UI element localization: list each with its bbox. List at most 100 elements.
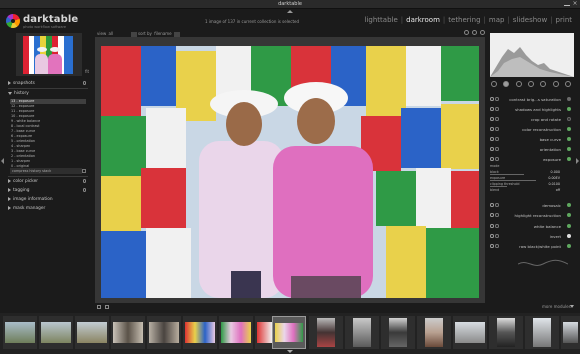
collapse-top-panel-arrow[interactable] (287, 10, 293, 13)
history-style-icon[interactable] (82, 169, 86, 173)
close-button[interactable]: × (572, 1, 578, 7)
active-modules-icon[interactable] (491, 81, 498, 87)
view-tethering[interactable]: tethering (446, 16, 482, 24)
main-photo[interactable] (101, 46, 479, 298)
filmstrip-thumb[interactable] (489, 316, 523, 349)
power-icon[interactable] (490, 224, 494, 228)
filmstrip-thumb[interactable] (309, 316, 343, 349)
power-icon[interactable] (490, 127, 494, 131)
black-slider[interactable]: black 0.000 (490, 170, 574, 175)
mode-row[interactable]: mode (490, 164, 574, 169)
module-base-curve[interactable]: base curve (488, 135, 574, 143)
filmstrip-thumb[interactable] (345, 316, 379, 349)
color-picker-section[interactable]: color picker (8, 177, 88, 185)
presets-icon[interactable] (495, 213, 499, 217)
filmstrip-thumb[interactable] (561, 316, 580, 349)
module-orientation[interactable]: orientation (488, 145, 574, 153)
module-exposure[interactable]: exposure (488, 155, 574, 163)
reset-icon[interactable] (82, 179, 86, 183)
filmstrip-thumb[interactable] (453, 316, 487, 349)
view-map[interactable]: map (487, 16, 507, 24)
history-section[interactable]: history (8, 89, 88, 97)
star-icon[interactable] (464, 30, 469, 35)
image-information-section[interactable]: image information (8, 195, 88, 203)
power-icon[interactable] (490, 97, 494, 101)
filmstrip-thumb[interactable] (219, 316, 253, 349)
more-modules-button[interactable]: more modules (542, 304, 571, 309)
color-label-icon[interactable] (472, 30, 477, 35)
power-icon[interactable] (490, 107, 494, 111)
presets-icon[interactable] (495, 234, 499, 238)
mask-manager-section[interactable]: mask manager (8, 204, 88, 212)
filmstrip-thumb[interactable] (39, 316, 73, 349)
basic-group-icon[interactable] (515, 81, 522, 87)
presets-icon[interactable] (495, 203, 499, 207)
module-shadows-highlights[interactable]: shadows and highlights (488, 105, 574, 113)
view-filter-select[interactable]: all (108, 31, 115, 36)
presets-icon[interactable] (495, 157, 499, 161)
module-white-balance[interactable]: white balance (488, 222, 574, 230)
module-color-reconstruction[interactable]: color reconstruction (488, 125, 574, 133)
tagging-section[interactable]: tagging (8, 186, 88, 194)
exposure-slider[interactable]: exposure 0.00EV (490, 176, 574, 181)
reset-icon[interactable] (82, 81, 86, 85)
presets-icon[interactable] (495, 107, 499, 111)
sort-select[interactable]: filename (153, 31, 172, 36)
grid-icon[interactable] (97, 305, 101, 309)
view-slideshow[interactable]: slideshow (511, 16, 549, 24)
power-icon[interactable] (490, 147, 494, 151)
presets-icon[interactable] (495, 127, 499, 131)
presets-icon[interactable] (495, 97, 499, 101)
module-raw-black-white-point[interactable]: raw black/white point (488, 242, 574, 250)
collapse-left-panel-arrow[interactable] (1, 158, 4, 164)
filmstrip-thumb[interactable] (381, 316, 415, 349)
power-icon[interactable] (490, 117, 494, 121)
sort-order-icon[interactable] (130, 31, 137, 37)
presets-icon[interactable] (495, 117, 499, 121)
view-darkroom[interactable]: darkroom (404, 16, 442, 24)
module-demosaic[interactable]: demosaic (488, 201, 574, 209)
filmstrip-thumb[interactable] (525, 316, 559, 349)
filmstrip-thumb[interactable] (147, 316, 181, 349)
histogram[interactable] (490, 33, 574, 77)
view-lighttable[interactable]: lighttable (363, 16, 400, 24)
correct-group-icon[interactable] (552, 81, 559, 87)
tone-group-icon[interactable] (527, 81, 534, 87)
view-print[interactable]: print (554, 16, 574, 24)
filmstrip-thumb[interactable] (3, 316, 37, 349)
power-icon[interactable] (490, 213, 494, 217)
compress-history-button[interactable]: compress history stack (10, 168, 82, 174)
module-invert[interactable]: invert (488, 232, 574, 240)
filmstrip-thumb-selected[interactable] (272, 316, 306, 349)
collapse-right-panel-arrow[interactable] (576, 158, 579, 164)
filmstrip-thumb[interactable] (75, 316, 109, 349)
power-icon[interactable] (490, 234, 494, 238)
power-icon[interactable] (490, 203, 494, 207)
presets-icon[interactable] (495, 147, 499, 151)
navigation-preview[interactable] (16, 33, 82, 76)
effect-group-icon[interactable] (564, 81, 571, 87)
color-group-icon[interactable] (540, 81, 547, 87)
power-icon[interactable] (490, 157, 494, 161)
power-icon[interactable] (490, 137, 494, 141)
clipping-threshold-slider[interactable]: clipping threshold 0.0100 (490, 182, 574, 187)
presets-icon[interactable] (495, 224, 499, 228)
zoom-level[interactable]: fit (85, 69, 89, 74)
presets-icon[interactable] (495, 244, 499, 248)
power-icon[interactable] (490, 244, 494, 248)
filmstrip-thumb[interactable] (417, 316, 451, 349)
module-contrast-brightness-saturation[interactable]: contrast brig...s saturation (488, 95, 574, 103)
filmstrip-thumb[interactable] (183, 316, 217, 349)
module-crop-rotate[interactable]: crop and rotate (488, 115, 574, 123)
filmstrip-thumb[interactable] (111, 316, 145, 349)
snapshots-section[interactable]: snapshots (8, 79, 88, 87)
favorites-icon[interactable] (503, 81, 510, 87)
minimize-button[interactable] (564, 1, 570, 7)
sort-direction-icon[interactable] (173, 31, 180, 37)
blend-row[interactable]: blend off (490, 188, 574, 193)
preferences-icon[interactable] (480, 30, 485, 35)
collapse-bottom-panel-arrow[interactable] (287, 350, 293, 353)
module-highlight-reconstruction[interactable]: highlight reconstruction (488, 211, 574, 219)
presets-icon[interactable] (495, 137, 499, 141)
reset-icon[interactable] (82, 188, 86, 192)
